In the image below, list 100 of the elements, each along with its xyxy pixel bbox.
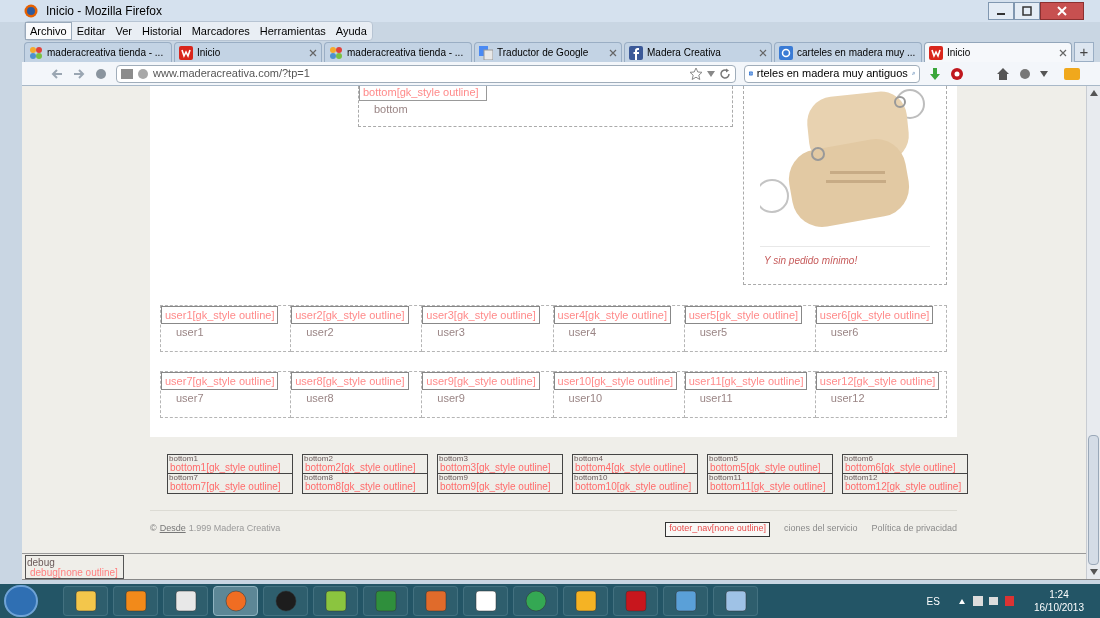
tab-title: carteles en madera muy ... bbox=[797, 46, 916, 60]
browser-tab[interactable]: Inicio bbox=[174, 42, 322, 62]
caret-icon[interactable] bbox=[707, 70, 715, 77]
menu-item[interactable]: Ver bbox=[110, 21, 137, 41]
module-title: bottom1[gk_style outline] bbox=[170, 462, 281, 474]
copyright-text: 1.999 Madera Creativa bbox=[188, 522, 281, 536]
module-title: bottom7[gk_style outline] bbox=[170, 481, 281, 493]
star-icon[interactable] bbox=[689, 66, 703, 81]
close-icon[interactable] bbox=[759, 48, 767, 57]
module-name: user10 bbox=[568, 392, 603, 404]
module-name: bottom2 bbox=[304, 454, 333, 463]
module-title: user9[gk_style outline] bbox=[425, 374, 536, 389]
maximize-button[interactable] bbox=[1014, 2, 1040, 20]
module-title: user12[gk_style outline] bbox=[818, 374, 936, 389]
caret-icon[interactable] bbox=[1040, 70, 1048, 77]
menu-item[interactable]: Herramientas bbox=[254, 21, 331, 41]
close-icon[interactable] bbox=[609, 48, 617, 57]
module-title: user4[gk_style outline] bbox=[556, 308, 667, 323]
module-name: bottom8 bbox=[304, 473, 333, 482]
module-name: user5 bbox=[699, 326, 728, 338]
module-name: bottom bbox=[374, 103, 408, 115]
close-button[interactable] bbox=[1040, 2, 1084, 20]
scroll-down-icon[interactable] bbox=[1089, 569, 1098, 575]
module-title: user8[gk_style outline] bbox=[294, 374, 405, 389]
browser-tab[interactable]: maderacreativa tienda - ... bbox=[324, 42, 472, 62]
browser-tab[interactable]: maderacreativa tienda - ... bbox=[24, 42, 172, 62]
scrollbar[interactable] bbox=[1086, 86, 1100, 579]
maximize-icon bbox=[1022, 6, 1032, 16]
menu-item[interactable]: Marcadores bbox=[186, 21, 255, 41]
logo-icon bbox=[179, 45, 193, 60]
sidebar-caption: Y sin pedido mínimo! bbox=[763, 254, 859, 268]
module-title: user5[gk_style outline] bbox=[687, 308, 799, 323]
tab-title: Traductor de Google bbox=[497, 46, 590, 60]
module-title: bottom9[gk_style outline] bbox=[440, 481, 551, 493]
tab-title: maderacreativa tienda - ... bbox=[47, 46, 164, 60]
module-name: user8 bbox=[306, 392, 334, 404]
module-title: bottom11[gk_style outline] bbox=[710, 481, 826, 493]
module-title: bottom[gk_style outline] bbox=[362, 86, 480, 99]
module-name: user1 bbox=[176, 326, 204, 338]
module-name: bottom11 bbox=[709, 473, 742, 482]
module-title: bottom2[gk_style outline] bbox=[305, 462, 416, 474]
module-name: user6 bbox=[830, 326, 859, 338]
module-name: bottom6 bbox=[844, 454, 873, 463]
browser-tab[interactable]: Traductor de Google bbox=[474, 42, 622, 62]
logo-icon bbox=[929, 45, 943, 60]
tab-title: Madera Creativa bbox=[647, 46, 722, 60]
module-title: bottom3[gk_style outline] bbox=[440, 462, 551, 474]
scroll-up-icon[interactable] bbox=[1089, 90, 1098, 96]
module-name: bottom12 bbox=[844, 473, 878, 482]
close-icon[interactable] bbox=[309, 48, 317, 57]
menu-item[interactable]: Ayuda bbox=[330, 21, 372, 41]
language-indicator[interactable]: ES bbox=[926, 593, 940, 609]
module-name: user2 bbox=[306, 326, 334, 338]
window-title: Inicio - Mozilla Firefox bbox=[46, 3, 163, 20]
module-title: user1[gk_style outline] bbox=[164, 308, 275, 323]
back-icon[interactable] bbox=[50, 66, 64, 81]
module-title: bottom8[gk_style outline] bbox=[305, 481, 416, 493]
module-name: user3 bbox=[437, 326, 465, 338]
module-title: bottom6[gk_style outline] bbox=[845, 462, 956, 474]
close-icon bbox=[1057, 6, 1067, 16]
module-title: footer_nav[none outline] bbox=[669, 522, 766, 536]
search-field[interactable]: rteles en madera muy antiguos bbox=[744, 64, 920, 83]
module-title: user7[gk_style outline] bbox=[164, 374, 275, 389]
start-button[interactable] bbox=[4, 585, 38, 617]
record-icon[interactable] bbox=[950, 66, 964, 81]
new-tab-button[interactable]: + bbox=[1074, 42, 1094, 62]
minimize-icon bbox=[997, 13, 1005, 15]
module-name: bottom5 bbox=[709, 454, 738, 463]
browser-tab[interactable]: carteles en madera muy ... bbox=[774, 42, 922, 62]
tab-title: Inicio bbox=[197, 46, 222, 60]
clock-time[interactable]: 1:24 bbox=[1049, 588, 1069, 601]
browser-tab[interactable]: Inicio bbox=[924, 42, 1072, 62]
module-name: bottom10 bbox=[574, 473, 608, 482]
close-icon[interactable] bbox=[1059, 48, 1067, 57]
footer-link[interactable]: Desde bbox=[159, 522, 186, 536]
module-name: bottom3 bbox=[439, 454, 468, 463]
tab-title: Inicio bbox=[947, 46, 972, 60]
copyright-symbol: © bbox=[150, 522, 157, 536]
module-name: user11 bbox=[699, 392, 733, 404]
scrollbar-thumb[interactable] bbox=[1088, 435, 1099, 565]
menu-item[interactable]: Historial bbox=[136, 21, 187, 41]
module-title: user10[gk_style outline] bbox=[556, 374, 674, 389]
reload-icon[interactable] bbox=[719, 67, 731, 80]
minimize-button[interactable] bbox=[988, 2, 1014, 20]
home-icon[interactable] bbox=[996, 66, 1010, 81]
module-name: bottom4 bbox=[574, 454, 603, 463]
facebook-icon bbox=[629, 45, 643, 60]
menu-item[interactable]: Archivo bbox=[25, 21, 72, 41]
address-field[interactable]: www.maderacreativa.com/?tp=1 bbox=[116, 64, 736, 83]
browser-tab[interactable]: Madera Creativa bbox=[624, 42, 772, 62]
module-name: user7 bbox=[176, 392, 204, 404]
menu-item[interactable]: Editar bbox=[71, 21, 111, 41]
module-title: user3[gk_style outline] bbox=[425, 308, 536, 323]
module-title: bottom4[gk_style outline] bbox=[575, 462, 686, 474]
forward-icon[interactable] bbox=[72, 66, 86, 81]
download-icon[interactable] bbox=[928, 66, 942, 81]
module-name: debug bbox=[27, 556, 55, 568]
module-name: user9 bbox=[437, 392, 465, 404]
clock-date[interactable]: 16/10/2013 bbox=[1033, 601, 1084, 614]
module-title: bottom5[gk_style outline] bbox=[710, 462, 821, 474]
